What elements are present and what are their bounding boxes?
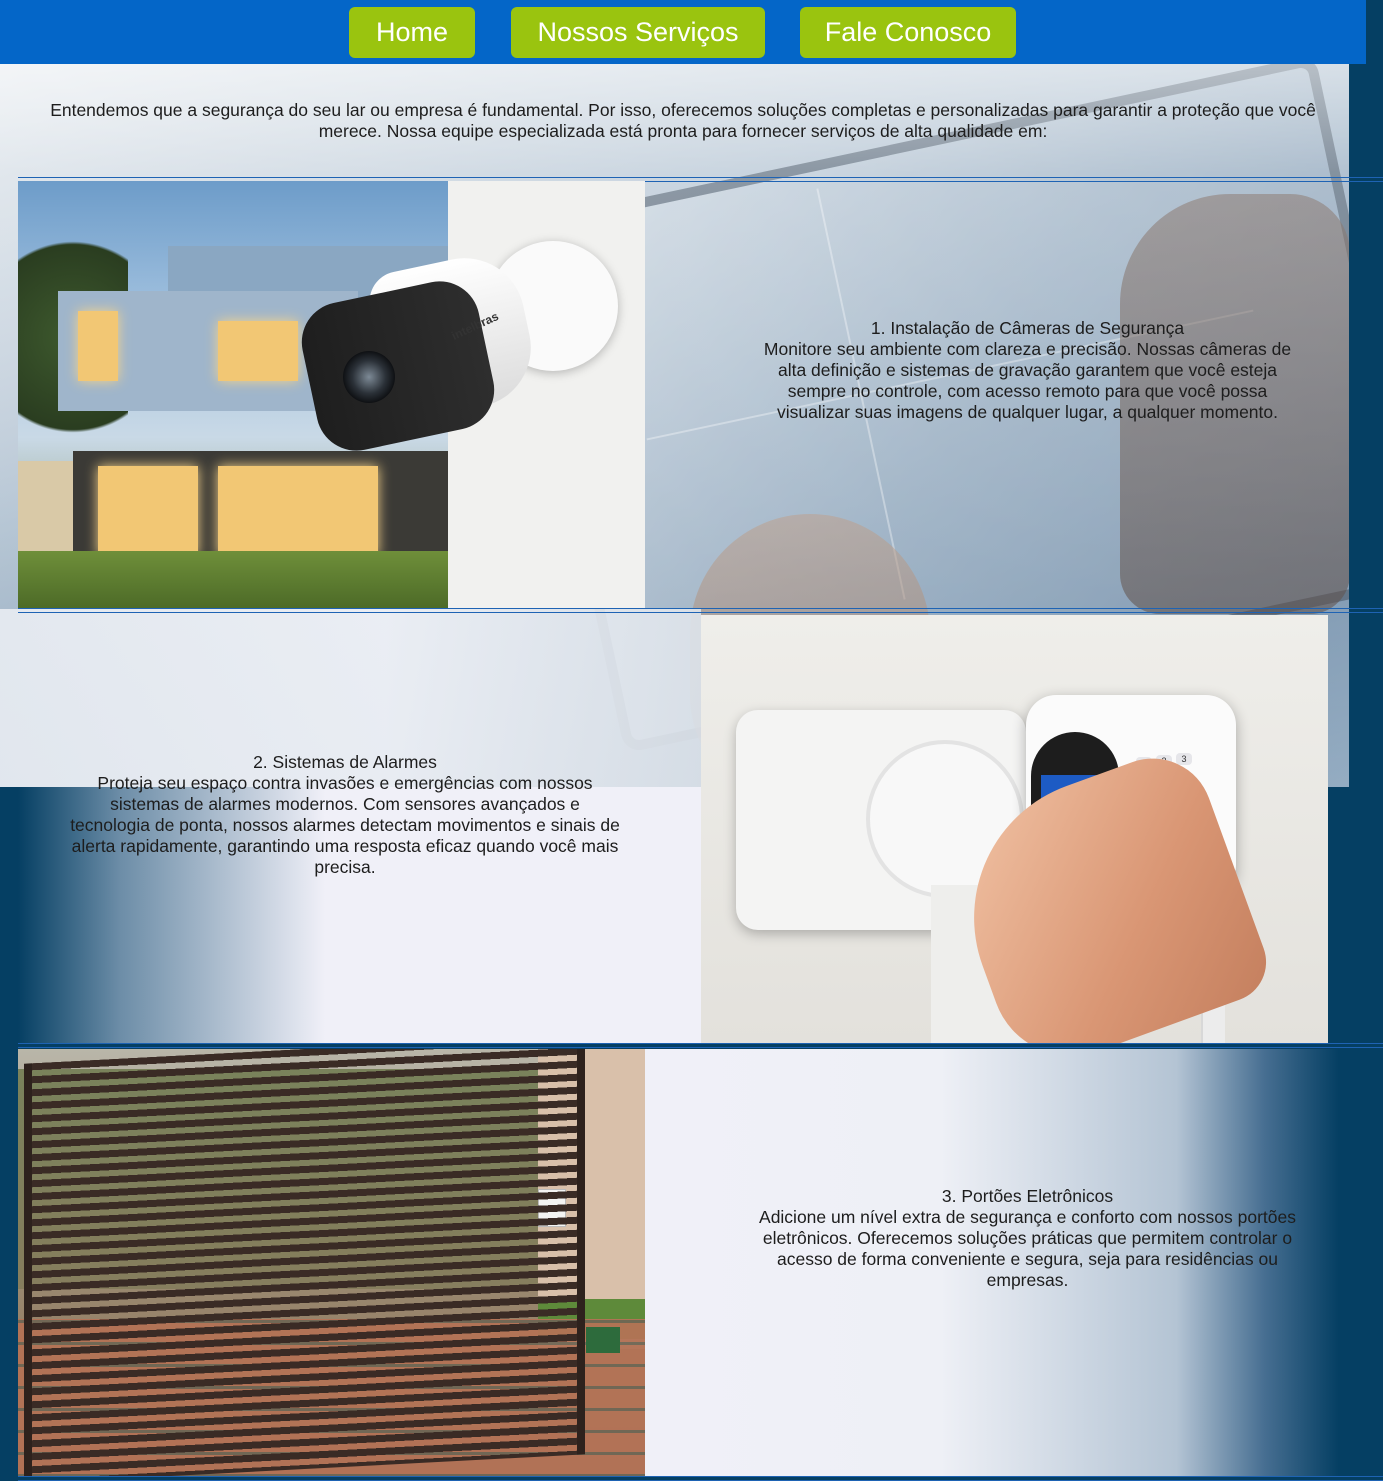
top-navbar: Home Nossos Serviços Fale Conosco	[0, 0, 1366, 64]
service-2-description: Proteja seu espaço contra invasões e eme…	[70, 773, 620, 877]
camera-image: intelbras	[18, 181, 645, 609]
section-divider	[18, 608, 1383, 613]
service-1-title: 1. Instalação de Câmeras de Segurança	[870, 318, 1185, 338]
service-3-title: 3. Portões Eletrônicos	[941, 1186, 1114, 1206]
gate-image	[18, 1049, 645, 1477]
gate-motor	[586, 1327, 620, 1353]
alarm-image: 1 2 3 4 5 6	[701, 615, 1328, 1043]
section-divider	[18, 1043, 1383, 1048]
service-2-title: 2. Sistemas de Alarmes	[253, 752, 437, 772]
intro-text: Entendemos que a segurança do seu lar ou…	[50, 100, 1316, 141]
service-2-text: 2. Sistemas de Alarmes Proteja seu espaç…	[70, 752, 620, 878]
house-window	[218, 466, 378, 556]
service-3-description: Adicione um nível extra de segurança e c…	[759, 1207, 1296, 1290]
service-3-text: 3. Portões Eletrônicos Adicione um nível…	[755, 1186, 1300, 1291]
electronic-gate	[24, 1049, 585, 1477]
service-1-description: Monitore seu ambiente com clareza e prec…	[763, 339, 1292, 422]
section-divider	[18, 1476, 1383, 1481]
home-button[interactable]: Home	[349, 7, 475, 58]
house-window	[218, 321, 298, 381]
service-1-text: 1. Instalação de Câmeras de Segurança Mo…	[755, 318, 1300, 423]
nossos-servicos-button[interactable]: Nossos Serviços	[511, 7, 765, 58]
fale-conosco-button[interactable]: Fale Conosco	[800, 7, 1016, 58]
house-window	[78, 311, 118, 381]
camera-lens	[343, 351, 395, 403]
house-window	[98, 466, 198, 556]
house-lawn	[18, 551, 478, 609]
